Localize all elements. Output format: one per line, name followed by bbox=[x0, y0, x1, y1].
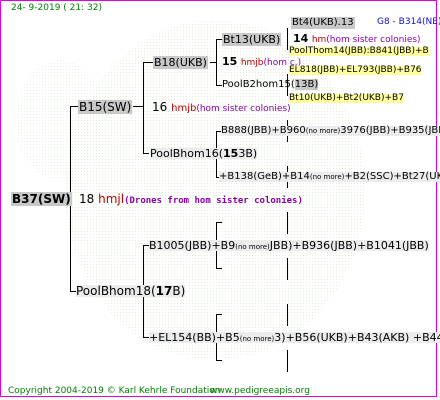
drone-poolbhom18[interactable]: PoolBhom18(17B) bbox=[76, 285, 186, 297]
q2-breeder[interactable]: hmjb bbox=[241, 58, 264, 68]
q1-breeder[interactable]: hmjb bbox=[171, 103, 196, 114]
root-breeder[interactable]: hmjl bbox=[98, 192, 124, 206]
tree-line bbox=[216, 39, 217, 85]
footer-url[interactable]: www.pedigreeapis.org bbox=[210, 387, 310, 396]
q3-num: 14 bbox=[293, 32, 309, 45]
drone-el818[interactable]: EL818(JBB)+EL793(JBB)+B76 bbox=[289, 66, 422, 75]
drone-b138[interactable]: +B138(GeB)+B14(no more)+B2(SSC)+Bt27(UKB bbox=[219, 172, 440, 182]
tree-line bbox=[143, 62, 153, 63]
drone-poolb2hom15: PoolB2hom15(13B) bbox=[222, 79, 319, 90]
drone-el154[interactable]: +EL154(BB)+B5(no more)3)+B56(UKB)+B43(AK… bbox=[149, 332, 440, 343]
tree-line bbox=[143, 62, 144, 154]
tree-line bbox=[143, 153, 149, 154]
tree-line bbox=[287, 304, 288, 326]
tree-line bbox=[133, 106, 143, 107]
queen-b15[interactable]: B15(SW) bbox=[78, 100, 133, 114]
q3-entry: 14 hm(hom sister colonies) bbox=[293, 33, 421, 45]
root-queen-id[interactable]: B37(SW) bbox=[11, 192, 72, 206]
tree-line bbox=[287, 350, 288, 372]
q1-note: (hom sister colonies) bbox=[196, 104, 291, 114]
header-date: 24- 9-2019 ( 21: 32) bbox=[11, 3, 102, 13]
tree-line bbox=[216, 222, 222, 223]
queen-bt13[interactable]: Bt13(UKB) bbox=[222, 33, 282, 46]
tree-line bbox=[70, 106, 78, 107]
queen-bt4[interactable]: Bt4(UKB).13 bbox=[291, 17, 355, 29]
tree-line bbox=[216, 360, 222, 361]
pedigree-page: 24- 9-2019 ( 21: 32) B37(SW) 18 hmjl(Dro… bbox=[0, 0, 440, 400]
queen-b18[interactable]: B18(UKB) bbox=[153, 56, 208, 69]
drone-bt10[interactable]: Bt10(UKB)+Bt2(UKB)+B7 bbox=[289, 94, 404, 103]
q3-breeder[interactable]: hm bbox=[312, 35, 326, 45]
q1-entry: 16 hmjb(hom sister colonies) bbox=[152, 101, 291, 114]
q2-num: 15 bbox=[222, 55, 238, 68]
tree-line bbox=[216, 314, 222, 315]
drone-b888[interactable]: B888(JBB)+B960(no more)3976(JBB)+B935(JB… bbox=[221, 126, 440, 136]
tree-line bbox=[216, 268, 222, 269]
q3-note: (hom sister colonies) bbox=[326, 35, 421, 45]
g8-label[interactable]: G8 - B314(NE) bbox=[377, 18, 440, 27]
root-note: (Drones from hom sister colonies) bbox=[124, 196, 303, 206]
root-num: 18 bbox=[79, 192, 95, 206]
root-entry: 18 hmjl(Drones from hom sister colonies) bbox=[79, 193, 303, 206]
drone-poolthom14[interactable]: PoolThom14(JBB):B841(JBB)+B bbox=[289, 47, 429, 56]
drone-b1005[interactable]: B1005(JBB)+B9(no more)JBB)+B936(JBB)+B10… bbox=[149, 240, 429, 251]
drone-poolbhom16[interactable]: PoolBhom16(153B) bbox=[150, 148, 258, 159]
tree-line bbox=[210, 62, 216, 63]
tree-line bbox=[287, 258, 288, 280]
tree-line bbox=[287, 212, 288, 234]
footer-copyright: Copyright 2004-2019 © Karl Kehrle Founda… bbox=[8, 386, 221, 396]
q1-num: 16 bbox=[152, 100, 168, 114]
tree-line bbox=[287, 28, 288, 50]
